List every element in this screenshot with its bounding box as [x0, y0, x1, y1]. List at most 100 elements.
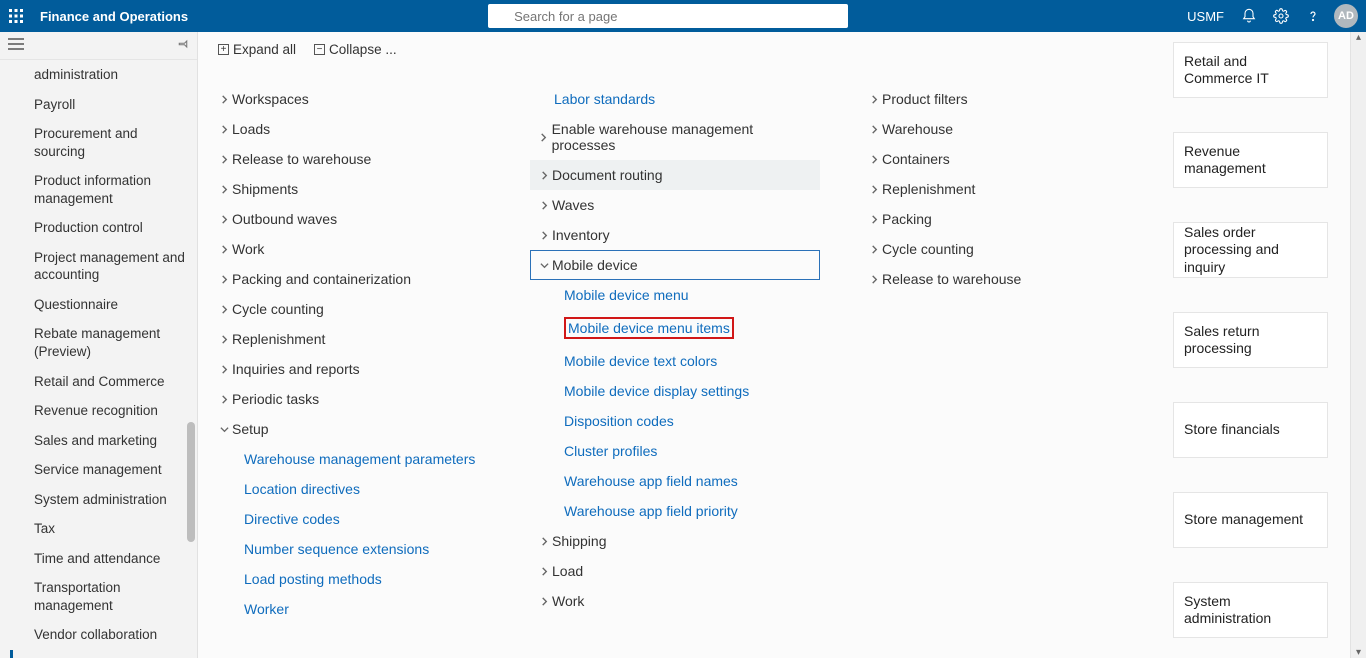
chevron-right-icon — [866, 95, 882, 104]
company-code[interactable]: USMF — [1179, 9, 1232, 24]
leftnav-item[interactable]: Time and attendance — [0, 544, 197, 574]
leftnav-item[interactable]: Service management — [0, 455, 197, 485]
menu-group[interactable]: Workspaces — [210, 84, 490, 114]
menu-group[interactable]: Periodic tasks — [210, 384, 490, 414]
menu-group[interactable]: Work — [210, 234, 490, 264]
menu-group[interactable]: Loads — [210, 114, 490, 144]
leftnav-item[interactable]: Retail and Commerce — [0, 367, 197, 397]
leftnav-item[interactable]: Tax — [0, 514, 197, 544]
menu-group[interactable]: Containers — [860, 144, 1140, 174]
chevron-right-icon — [216, 335, 232, 344]
chevron-right-icon — [866, 125, 882, 134]
workspace-tile[interactable]: Sales return processing — [1173, 312, 1328, 368]
workspace-tile[interactable]: Sales order processing and inquiry — [1173, 222, 1328, 278]
menu-link[interactable]: Warehouse management parameters — [210, 444, 490, 474]
menu-link[interactable]: Warehouse app field priority — [530, 496, 820, 526]
leftnav-item[interactable]: Vendor collaboration — [0, 620, 197, 650]
menu-link[interactable]: Load posting methods — [210, 564, 490, 594]
menu-link[interactable]: Labor standards — [530, 84, 820, 114]
menu-link[interactable]: Mobile device menu — [530, 280, 820, 310]
leftnav-item[interactable]: Transportation management — [0, 573, 197, 620]
user-avatar[interactable]: AD — [1334, 4, 1358, 28]
chevron-right-icon — [866, 215, 882, 224]
menu-group[interactable]: Cycle counting — [210, 294, 490, 324]
menu-link[interactable]: Mobile device display settings — [530, 376, 820, 406]
search-input[interactable] — [488, 4, 848, 28]
menu-link[interactable]: Warehouse app field names — [530, 466, 820, 496]
chevron-right-icon — [216, 215, 232, 224]
search-container — [488, 4, 848, 28]
notifications-icon[interactable] — [1234, 1, 1264, 31]
leftnav-item[interactable]: Warehouse management — [0, 650, 197, 658]
expand-all-button[interactable]: + Expand all — [218, 42, 296, 57]
workspace-tile[interactable]: System administration — [1173, 582, 1328, 638]
scroll-down-icon[interactable]: ▾ — [1351, 647, 1366, 658]
right-scrollbar[interactable]: ▴ ▾ — [1350, 32, 1366, 658]
menu-group[interactable]: Waves — [530, 190, 820, 220]
menu-link[interactable]: Directive codes — [210, 504, 490, 534]
chevron-right-icon — [536, 201, 552, 210]
chevron-right-icon — [536, 567, 552, 576]
leftnav-item[interactable]: Questionnaire — [0, 290, 197, 320]
help-icon[interactable] — [1298, 1, 1328, 31]
menu-group[interactable]: Shipping — [530, 526, 820, 556]
app-launcher-icon[interactable] — [0, 0, 32, 32]
menu-group[interactable]: Load — [530, 556, 820, 586]
chevron-right-icon — [216, 185, 232, 194]
leftnav-item[interactable]: administration — [0, 60, 197, 90]
leftnav-item[interactable]: Revenue recognition — [0, 396, 197, 426]
menu-link[interactable]: Cluster profiles — [530, 436, 820, 466]
menu-link[interactable]: Disposition codes — [530, 406, 820, 436]
menu-group[interactable]: Outbound waves — [210, 204, 490, 234]
menu-group[interactable]: Inventory — [530, 220, 820, 250]
leftnav-item[interactable]: Sales and marketing — [0, 426, 197, 456]
menu-group[interactable]: Setup — [210, 414, 490, 444]
menu-group[interactable]: Packing — [860, 204, 1140, 234]
menu-group[interactable]: Mobile device — [530, 250, 820, 280]
menu-group[interactable]: Replenishment — [210, 324, 490, 354]
chevron-right-icon — [216, 305, 232, 314]
workspace-tile[interactable]: Store management — [1173, 492, 1328, 548]
pin-icon[interactable] — [177, 37, 189, 55]
menu-group[interactable]: Replenishment — [860, 174, 1140, 204]
workspace-tile[interactable]: Retail and Commerce IT — [1173, 42, 1328, 98]
workspace-tile[interactable]: Store financials — [1173, 402, 1328, 458]
menu-group[interactable]: Enable warehouse management processes — [530, 114, 820, 160]
menu-group[interactable]: Work — [530, 586, 820, 616]
menu-link[interactable]: Mobile device menu items — [530, 310, 820, 346]
collapse-all-label: Collapse ... — [329, 42, 397, 57]
leftnav-scrollbar-thumb[interactable] — [187, 422, 195, 542]
scroll-up-icon[interactable]: ▴ — [1351, 32, 1366, 43]
chevron-right-icon — [866, 275, 882, 284]
menu-group[interactable]: Release to warehouse — [860, 264, 1140, 294]
chevron-right-icon — [536, 597, 552, 606]
leftnav-item[interactable]: Rebate management (Preview) — [0, 319, 197, 366]
menu-group[interactable]: Shipments — [210, 174, 490, 204]
menu-group[interactable]: Document routing — [530, 160, 820, 190]
menu-group[interactable]: Inquiries and reports — [210, 354, 490, 384]
chevron-right-icon — [216, 155, 232, 164]
menu-group[interactable]: Cycle counting — [860, 234, 1140, 264]
leftnav-item[interactable]: Production control — [0, 213, 197, 243]
collapse-all-button[interactable]: − Collapse ... — [314, 42, 397, 57]
settings-gear-icon[interactable] — [1266, 1, 1296, 31]
menu-group[interactable]: Release to warehouse — [210, 144, 490, 174]
leftnav-item[interactable]: Payroll — [0, 90, 197, 120]
menu-group[interactable]: Packing and containerization — [210, 264, 490, 294]
leftnav-item[interactable]: Project management and accounting — [0, 243, 197, 290]
menu-link[interactable]: Number sequence extensions — [210, 534, 490, 564]
leftnav-item[interactable]: Product information management — [0, 166, 197, 213]
hamburger-icon[interactable] — [8, 37, 24, 55]
menu-link[interactable]: Mobile device text colors — [530, 346, 820, 376]
menu-link[interactable]: Location directives — [210, 474, 490, 504]
left-nav: administrationPayrollProcurement and sou… — [0, 32, 198, 658]
menu-link[interactable]: Worker — [210, 594, 490, 624]
leftnav-item[interactable]: Procurement and sourcing — [0, 119, 197, 166]
workspace-tile[interactable]: Revenue management — [1173, 132, 1328, 188]
expand-all-label: Expand all — [233, 42, 296, 57]
leftnav-item[interactable]: System administration — [0, 485, 197, 515]
chevron-right-icon — [536, 231, 552, 240]
chevron-down-icon — [216, 425, 232, 434]
menu-group[interactable]: Warehouse — [860, 114, 1140, 144]
menu-group[interactable]: Product filters — [860, 84, 1140, 114]
